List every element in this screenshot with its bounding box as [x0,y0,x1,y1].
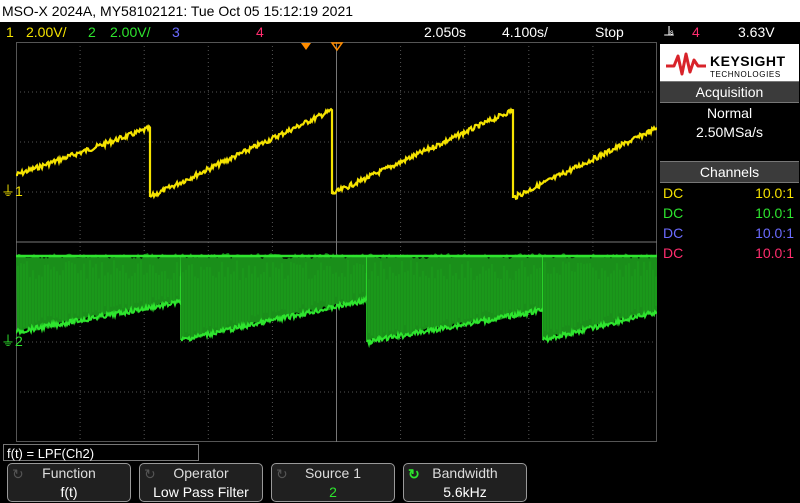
channel-3-probe: 10.0:1 [755,225,794,241]
bandwidth-softkey[interactable]: ↻ Bandwidth 5.6kHz [403,463,527,502]
channel-row-3[interactable]: DC 10.0:1 [660,223,799,243]
operator-softkey-value: Low Pass Filter [153,484,249,500]
channel-4-coupling: DC [663,245,684,261]
trigger-source[interactable]: 4 [692,22,700,42]
acquisition-header[interactable]: Acquisition [660,81,799,103]
source1-softkey[interactable]: ↻ Source 1 2 [271,463,395,502]
logo-name: KEYSIGHT [710,53,786,69]
function-softkey-title: Function [42,465,96,481]
ch2-envelope-band [367,253,543,343]
channel-4-probe: 10.0:1 [755,245,794,261]
ch1-scale[interactable]: 2.00V/ [26,22,66,42]
ch3-number[interactable]: 3 [172,22,180,42]
function-softkey-value: f(t) [60,484,78,500]
channel-1-probe: 10.0:1 [755,185,794,201]
status-bar: 1 2.00V/ 2 2.00V/ 3 4 2.050s 4.100s/ Sto… [0,22,800,42]
info-panel: KEYSIGHT TECHNOLOGIES Acquisition Normal… [659,42,800,442]
logo-sub: TECHNOLOGIES [710,70,781,79]
function-softkey[interactable]: ↻ Function f(t) [7,463,131,502]
channel-row-4[interactable]: DC 10.0:1 [660,243,799,263]
source1-softkey-value: 2 [329,484,337,500]
ch1-number[interactable]: 1 [6,22,14,42]
ch1-trace-segment [16,124,152,197]
ch2-ground-marker[interactable]: ⏚2 [1,334,23,348]
channel-1-coupling: DC [663,185,684,201]
ch1-trace-segment [149,107,334,200]
acquisition-mode: Normal [706,105,753,121]
run-state[interactable]: Stop [595,22,624,42]
waveform-display[interactable]: ⏚1 ⏚2 [1,42,657,442]
source1-softkey-title: Source 1 [304,465,362,481]
ch1-trace-segment [330,107,515,198]
operator-softkey-title: Operator [173,465,229,481]
keysight-logo: KEYSIGHT TECHNOLOGIES [660,44,799,86]
keysight-wave-icon [666,52,706,76]
channel-row-2[interactable]: DC 10.0:1 [660,203,799,223]
operator-softkey[interactable]: ↻ Operator Low Pass Filter [139,463,263,502]
channel-3-coupling: DC [663,225,684,241]
ch1-trace-segment [512,125,657,201]
time-delay[interactable]: 2.050s [424,22,466,42]
channels-header[interactable]: Channels [660,161,799,183]
window-title: MSO-X 2024A, MY58102121: Tue Oct 05 15:1… [0,0,800,22]
time-scale[interactable]: 4.100s/ [502,22,548,42]
bandwidth-softkey-value: 5.6kHz [443,484,487,500]
channel-2-probe: 10.0:1 [755,205,794,221]
channel-row-1[interactable]: DC 10.0:1 [660,183,799,203]
trigger-edge-icon: ⫡ [664,23,675,40]
math-formula: f(t) = LPF(Ch2) [3,444,199,461]
ch1-ground-marker[interactable]: ⏚1 [1,184,23,198]
channel-2-coupling: DC [663,205,684,221]
trigger-position-marker [301,43,311,50]
acquisition-rate: 2.50MSa/s [696,124,763,140]
ch2-scale[interactable]: 2.00V/ [110,22,150,42]
ch4-number[interactable]: 4 [256,22,264,42]
ch2-number[interactable]: 2 [88,22,96,42]
trigger-level[interactable]: 3.63V [738,22,775,42]
waveform-graticule [16,42,657,442]
bandwidth-softkey-title: Bandwidth [432,465,498,481]
